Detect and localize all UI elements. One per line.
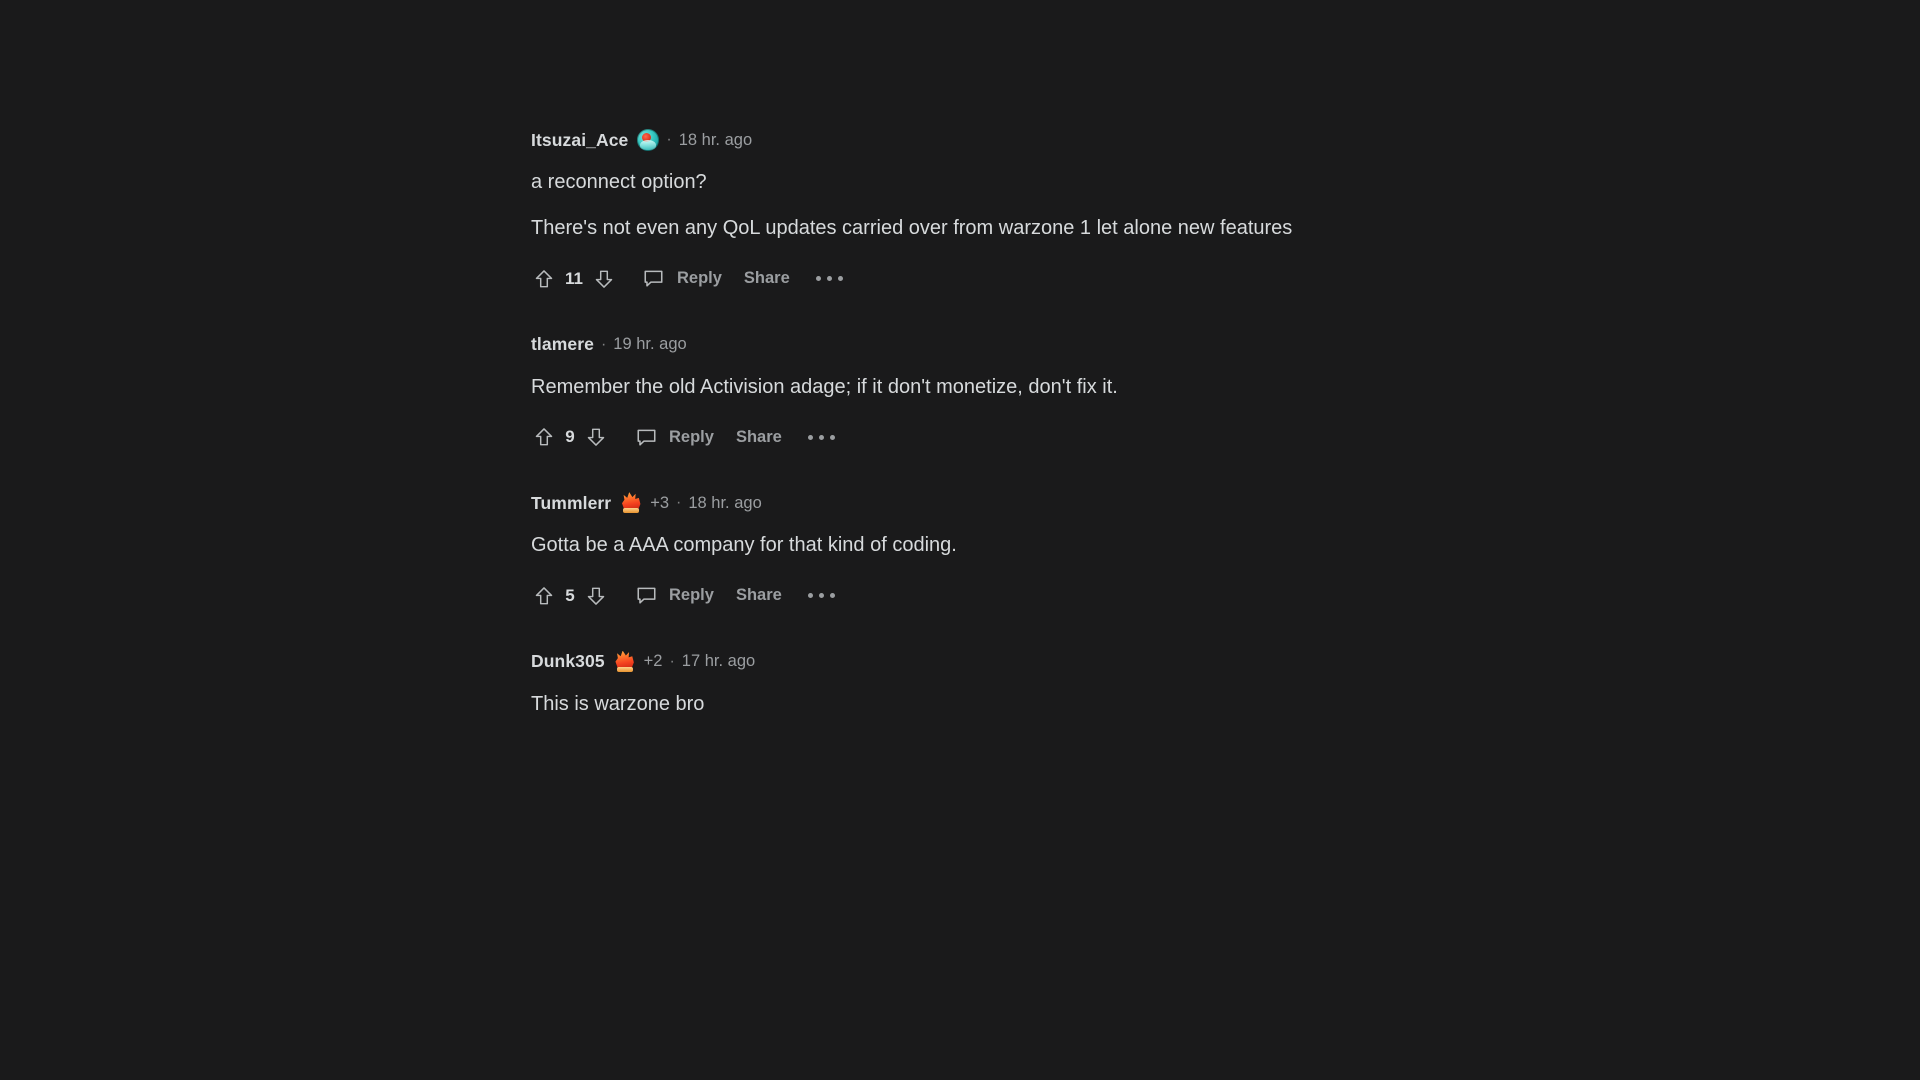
overflow-dot [807, 593, 813, 599]
award-base-shape [616, 666, 633, 672]
comment-bubble-icon[interactable] [633, 583, 659, 609]
meta-separator: · [669, 652, 675, 670]
overflow-dot [818, 593, 824, 599]
comment-timestamp: 18 hr. ago [678, 130, 753, 149]
comment-paragraph: There's not even any QoL updates carried… [531, 217, 1293, 240]
comment-actions: 9 Reply Share [531, 423, 1531, 451]
award-base-shape [623, 508, 640, 514]
downvote-arrow-icon[interactable] [583, 424, 609, 450]
meta-separator: · [666, 131, 672, 148]
avatar [637, 129, 660, 151]
downvote-arrow-icon[interactable] [591, 266, 617, 292]
vote-count: 9 [565, 427, 575, 447]
comment-paragraph: Gotta be a AAA company for that kind of … [531, 534, 957, 557]
comment-author[interactable]: Tummlerr [531, 493, 611, 514]
comment: Tummlerr +3 · 18 hr. ago Gotta be a AAA comp… [531, 491, 1531, 609]
comment-body: Remember the old Activision adage; if it… [531, 373, 1331, 401]
award-icon[interactable] [614, 650, 636, 673]
comment-paragraph: This is warzone bro [531, 692, 705, 715]
overflow-menu-icon[interactable] [815, 266, 843, 292]
comment-header: Itsuzai_Ace · 18 hr. ago [531, 128, 1531, 152]
overflow-dot [818, 434, 824, 440]
comment-timestamp: 17 hr. ago [681, 652, 756, 671]
award-count: +2 [643, 652, 663, 671]
reply-button[interactable]: Reply [669, 586, 714, 605]
comment-author[interactable]: Itsuzai_Ace [531, 130, 628, 151]
comment-paragraph: a reconnect option? [531, 171, 707, 193]
award-count: +3 [650, 493, 670, 512]
vote-group: 5 [531, 583, 609, 609]
upvote-arrow-icon[interactable] [531, 583, 557, 609]
upvote-arrow-icon[interactable] [531, 424, 557, 450]
comment-actions: 11 Reply Share [531, 265, 1531, 293]
share-button[interactable]: Share [736, 586, 782, 605]
comment: Itsuzai_Ace · 18 hr. ago a reconnect option… [531, 128, 1531, 293]
overflow-dot [807, 434, 813, 440]
meta-separator: · [676, 494, 682, 512]
comment-header: tlamere · 19 hr. ago [531, 333, 1531, 357]
reply-button[interactable]: Reply [669, 428, 714, 447]
overflow-dot [829, 593, 835, 599]
vote-count: 11 [565, 268, 583, 288]
overflow-menu-icon[interactable] [807, 424, 835, 450]
share-button[interactable]: Share [744, 269, 790, 288]
comment: tlamere · 19 hr. ago Remember the old Activ… [531, 333, 1531, 451]
overflow-menu-icon[interactable] [807, 583, 835, 609]
comment-header: Dunk305 +2 · 17 hr. ago [531, 650, 1531, 674]
vote-group: 11 [531, 266, 617, 292]
comments-page: Itsuzai_Ace · 18 hr. ago a reconnect option… [0, 0, 1920, 1080]
comment-body: a reconnect option? There's not even any … [531, 168, 1331, 243]
comment-body: Gotta be a AAA company for that kind of … [531, 531, 1331, 559]
overflow-dot [826, 276, 832, 282]
overflow-dot [837, 276, 843, 282]
comment-header: Tummlerr +3 · 18 hr. ago [531, 491, 1531, 515]
comment-paragraph: Remember the old Activision adage; if it… [531, 375, 1118, 398]
overflow-dot [829, 434, 835, 440]
comment: Dunk305 +2 · 17 hr. ago This is warzone bro [531, 650, 1531, 718]
comment-actions: 5 Reply Share [531, 582, 1531, 610]
award-icon[interactable] [620, 492, 642, 514]
vote-count: 5 [565, 585, 575, 605]
comment-timestamp: 19 hr. ago [613, 335, 687, 354]
overflow-dot [815, 276, 821, 282]
comment-timestamp: 18 hr. ago [688, 493, 762, 512]
comment-author[interactable]: Dunk305 [531, 651, 605, 672]
reply-button[interactable]: Reply [677, 269, 722, 288]
vote-group: 9 [531, 424, 609, 450]
comment-thread-list: Itsuzai_Ace · 18 hr. ago a reconnect option… [531, 128, 1531, 758]
downvote-arrow-icon[interactable] [583, 583, 609, 609]
comment-author[interactable]: tlamere [531, 334, 594, 355]
upvote-arrow-icon[interactable] [531, 266, 557, 292]
comment-bubble-icon[interactable] [641, 266, 667, 292]
share-button[interactable]: Share [736, 428, 782, 447]
meta-separator: · [600, 335, 607, 353]
comment-body: This is warzone bro [531, 690, 1331, 718]
comment-bubble-icon[interactable] [633, 424, 659, 450]
